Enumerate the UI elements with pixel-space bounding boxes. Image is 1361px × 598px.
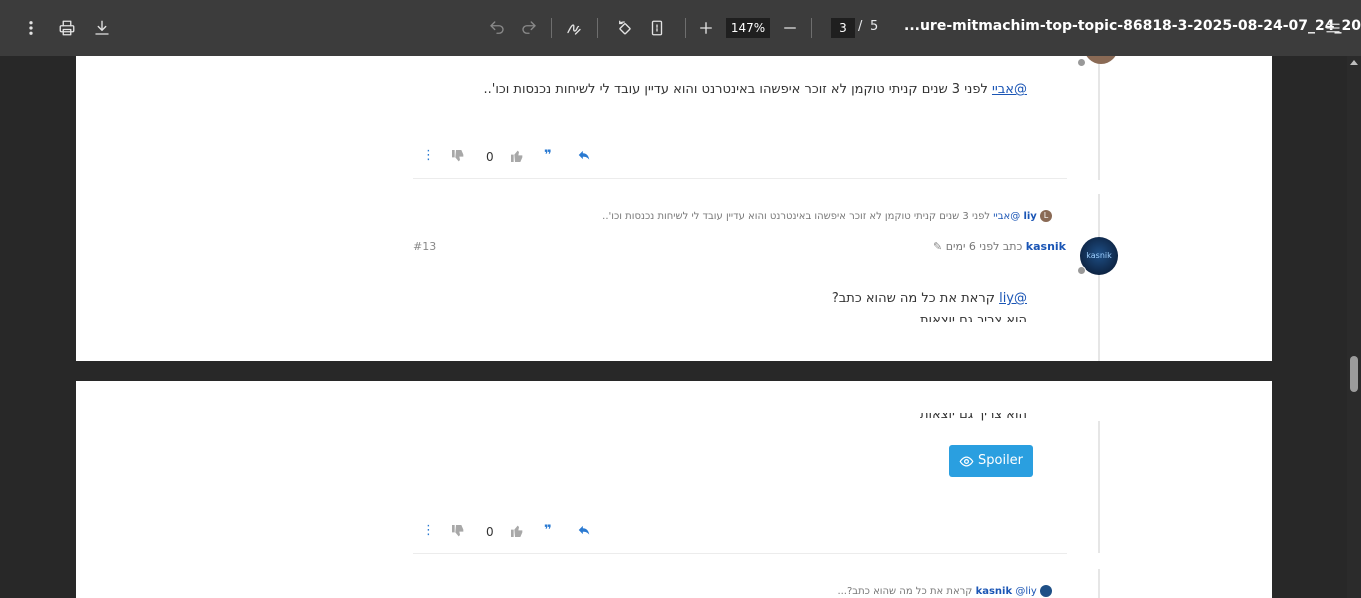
mention-link[interactable]: @liy — [999, 291, 1027, 306]
reply-preview-text: קראת את כל מה שהוא כתב?... — [837, 586, 976, 597]
post-timeline — [1098, 194, 1100, 361]
reply-preview[interactable]: L liy @אביי לפני 3 שנים קניתי טוקמן לא ז… — [602, 210, 1052, 222]
post-text: לפני 3 שנים קניתי טוקמן לא זוכר איפשהו ב… — [483, 82, 992, 97]
post-text: קראת את כל מה שהוא כתב? — [831, 291, 1000, 306]
scroll-up-arrow-icon[interactable] — [1350, 60, 1358, 65]
post-actions: ⋮ 0 ❞ — [422, 148, 602, 168]
username[interactable]: kasnik — [1026, 240, 1066, 253]
username[interactable]: liy — [1023, 211, 1036, 222]
post-divider — [413, 553, 1067, 554]
vote-count: 0 — [486, 150, 494, 164]
mention-link[interactable]: @liy — [1015, 586, 1036, 597]
post-text: הוא צריך גם יוצאות — [920, 313, 1027, 322]
post-timeline — [1098, 569, 1100, 598]
spoiler-label: Spoiler — [978, 453, 1024, 468]
post-text: הוא צריך גם יוצאות — [920, 413, 1027, 422]
pdf-toolbar: 147% 3 / 5 ...ure-mitmachim-top-topic-86… — [0, 0, 1361, 56]
reply-icon[interactable] — [577, 148, 591, 166]
quote-icon[interactable]: ❞ — [544, 148, 552, 163]
annotate-pen-icon[interactable] — [562, 16, 586, 40]
download-icon[interactable] — [90, 16, 114, 40]
post-meta: kasnik כתב לפני 6 ימים ✎ — [933, 240, 1066, 253]
outline-menu-icon[interactable] — [1321, 16, 1345, 40]
zoom-in-icon[interactable] — [694, 16, 718, 40]
post-content: הוא צריך גם יוצאות — [920, 413, 1027, 423]
timestamp[interactable]: לפני 6 ימים — [946, 240, 1000, 253]
toolbar-divider — [597, 18, 598, 38]
post-timeline — [1098, 421, 1100, 553]
total-pages: 5 — [870, 19, 879, 34]
fit-page-icon[interactable] — [645, 16, 669, 40]
post-content: @אביי לפני 3 שנים קניתי טוקמן לא זוכר אי… — [483, 82, 1027, 97]
print-icon[interactable] — [55, 16, 79, 40]
edit-icon: ✎ — [933, 240, 943, 253]
toolbar-divider — [811, 18, 812, 38]
pdf-viewer[interactable]: @אביי לפני 3 שנים קניתי טוקמן לא זוכר אי… — [0, 56, 1347, 598]
post-menu-icon[interactable]: ⋮ — [422, 523, 435, 538]
document-title: ...ure-mitmachim-top-topic-86818-3-2025-… — [904, 18, 1361, 34]
downvote-icon[interactable] — [450, 148, 466, 168]
more-options-icon[interactable] — [19, 16, 43, 40]
pdf-page: הוא צריך גם יוצאות Spoiler ⋮ 0 ❞ kasnik — [76, 381, 1272, 598]
mention-link[interactable]: @אביי — [993, 211, 1020, 222]
post-menu-icon[interactable]: ⋮ — [422, 148, 435, 163]
reply-preview-text: לפני 3 שנים קניתי טוקמן לא זוכר איפשהו ב… — [602, 211, 994, 222]
avatar — [1040, 585, 1052, 597]
pdf-page: @אביי לפני 3 שנים קניתי טוקמן לא זוכר אי… — [76, 56, 1272, 361]
redo-icon[interactable] — [517, 16, 541, 40]
avatar: L — [1040, 210, 1052, 222]
vote-count: 0 — [486, 525, 494, 539]
post-content: @liy קראת את כל מה שהוא כתב? — [832, 291, 1027, 306]
spoiler-button[interactable]: Spoiler — [949, 445, 1034, 477]
post-number[interactable]: #13 — [413, 240, 436, 253]
zoom-out-icon[interactable] — [778, 16, 802, 40]
page-number-input[interactable]: 3 — [831, 18, 855, 38]
post-actions: ⋮ 0 ❞ — [422, 523, 602, 543]
quote-icon[interactable]: ❞ — [544, 523, 552, 538]
post-content: הוא צריך גם יוצאות — [920, 313, 1027, 322]
rotate-icon[interactable] — [613, 16, 637, 40]
wrote-label: כתב — [1002, 240, 1023, 253]
username[interactable]: kasnik — [976, 586, 1013, 597]
scrollbar-thumb[interactable] — [1350, 356, 1358, 392]
post-divider — [413, 178, 1067, 179]
upvote-icon[interactable] — [509, 523, 525, 543]
post-timeline — [1098, 56, 1100, 180]
reply-preview[interactable]: kasnik @liy קראת את כל מה שהוא כתב?... — [837, 585, 1052, 597]
status-indicator — [1077, 266, 1086, 275]
downvote-icon[interactable] — [450, 523, 466, 543]
zoom-level-input[interactable]: 147% — [726, 18, 770, 38]
toolbar-divider — [685, 18, 686, 38]
mention-link[interactable]: @אביי — [992, 82, 1027, 97]
reply-icon[interactable] — [577, 523, 591, 541]
upvote-icon[interactable] — [509, 148, 525, 168]
status-indicator — [1077, 58, 1086, 67]
scrollbar[interactable] — [1347, 56, 1361, 598]
avatar[interactable] — [1084, 56, 1118, 64]
toolbar-divider — [551, 18, 552, 38]
undo-icon[interactable] — [485, 16, 509, 40]
page-separator: / — [858, 19, 863, 34]
eye-icon — [959, 455, 974, 467]
